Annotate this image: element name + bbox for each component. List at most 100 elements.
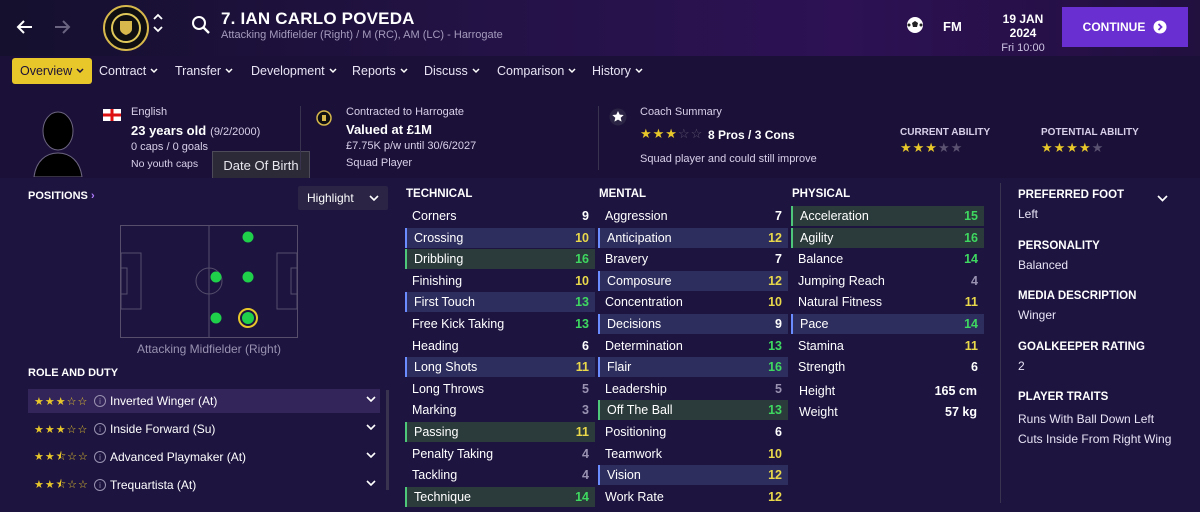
attribute-name: Anticipation xyxy=(607,230,672,245)
tooltip: Date Of Birth xyxy=(212,151,310,180)
info-icon[interactable]: i xyxy=(94,395,106,407)
divider xyxy=(1000,183,1001,503)
attribute-row[interactable]: Finishing 10 xyxy=(405,271,595,291)
role-row[interactable]: ★★★☆☆ i Inverted Winger (At) xyxy=(28,389,380,413)
attribute-row[interactable]: Pace 14 xyxy=(791,314,984,334)
attribute-row[interactable]: Bravery 7 xyxy=(598,249,788,269)
attribute-name: Leadership xyxy=(605,381,667,396)
attribute-row[interactable]: Teamwork 10 xyxy=(598,444,788,464)
attribute-row[interactable]: Marking 3 xyxy=(405,400,595,420)
attribute-row[interactable]: Passing 11 xyxy=(405,422,595,442)
attribute-row[interactable]: Free Kick Taking 13 xyxy=(405,314,595,334)
role-row[interactable]: ★★⯪☆☆ i Advanced Playmaker (At) xyxy=(28,445,380,469)
chevron-down-icon[interactable] xyxy=(366,424,376,430)
attribute-row[interactable]: Determination 13 xyxy=(598,336,788,356)
tab-reports[interactable]: Reports xyxy=(352,58,408,84)
weight-row: Weight 57 kg xyxy=(799,405,977,419)
role-scrollbar[interactable] xyxy=(386,390,389,490)
attribute-name: Bravery xyxy=(605,252,649,267)
tab-comparison[interactable]: Comparison xyxy=(497,58,576,84)
continue-button[interactable]: CONTINUE xyxy=(1062,7,1188,47)
role-row[interactable]: ★★⯪☆☆ i Trequartista (At) xyxy=(28,473,380,497)
current-ability-label: CURRENT ABILITY xyxy=(900,127,991,138)
position-dot xyxy=(210,271,222,283)
attribute-row[interactable]: Off The Ball 13 xyxy=(598,400,788,421)
attribute-row[interactable]: Crossing 10 xyxy=(405,227,595,248)
attribute-row[interactable]: Balance 14 xyxy=(791,249,984,269)
tab-transfer[interactable]: Transfer xyxy=(175,58,233,84)
goalkeeper-rating-label: GOALKEEPER RATING xyxy=(1018,341,1145,353)
chevron-up-icon[interactable] xyxy=(152,12,164,22)
attribute-name: Off The Ball xyxy=(607,403,673,418)
attribute-row[interactable]: Tackling 4 xyxy=(405,465,595,485)
attribute-name: Corners xyxy=(412,209,457,223)
football-icon[interactable] xyxy=(905,15,925,38)
tab-history[interactable]: History xyxy=(592,58,643,84)
tab-contract[interactable]: Contract xyxy=(99,58,158,84)
attribute-name: Penalty Taking xyxy=(412,446,494,461)
attribute-row[interactable]: Agility 16 xyxy=(791,227,984,248)
attribute-row[interactable]: First Touch 13 xyxy=(405,292,595,313)
attribute-row[interactable]: Long Throws 5 xyxy=(405,379,595,399)
date-of-birth[interactable]: (9/2/2000) xyxy=(210,126,260,138)
attribute-value: 7 xyxy=(775,252,782,267)
tab-discuss[interactable]: Discuss xyxy=(424,58,480,84)
attribute-row[interactable]: Technique 14 xyxy=(405,486,595,507)
attribute-row[interactable]: Flair 16 xyxy=(598,357,788,378)
attribute-row[interactable]: Composure 12 xyxy=(598,270,788,291)
attribute-row[interactable]: Natural Fitness 11 xyxy=(791,292,984,312)
attribute-row[interactable]: Corners 9 xyxy=(405,206,595,226)
attribute-row[interactable]: Vision 12 xyxy=(598,465,788,486)
attribute-name: Flair xyxy=(607,360,632,375)
role-duty-heading: ROLE AND DUTY xyxy=(28,367,119,379)
role-row[interactable]: ★★★☆☆ i Inside Forward (Su) xyxy=(28,417,380,441)
attribute-value: 10 xyxy=(768,295,782,310)
chevron-down-icon[interactable] xyxy=(366,396,376,402)
attribute-value: 11 xyxy=(575,425,589,439)
info-icon[interactable]: i xyxy=(94,479,106,491)
chevron-down-icon[interactable] xyxy=(366,480,376,486)
role-name: Inverted Winger (At) xyxy=(110,394,218,408)
page-title: 7. IAN CARLO POVEDA xyxy=(221,9,415,28)
search-icon[interactable] xyxy=(191,15,211,38)
attribute-row[interactable]: Acceleration 15 xyxy=(791,206,984,226)
fm-logo[interactable]: FM xyxy=(943,19,962,34)
attribute-row[interactable]: Jumping Reach 4 xyxy=(791,271,984,291)
attribute-name: Marking xyxy=(412,403,457,418)
attribute-value: 6 xyxy=(971,360,978,375)
position-caption: Attacking Midfielder (Right) xyxy=(136,342,282,356)
positions-heading[interactable]: POSITIONS › xyxy=(28,190,95,202)
attribute-row[interactable]: Penalty Taking 4 xyxy=(405,444,595,464)
attribute-row[interactable]: Dribbling 16 xyxy=(405,249,595,270)
height-label: Height xyxy=(799,384,836,398)
attribute-row[interactable]: Work Rate 12 xyxy=(598,487,788,507)
attribute-row[interactable]: Long Shots 11 xyxy=(405,357,595,378)
attribute-row[interactable]: Concentration 10 xyxy=(598,292,788,312)
forward-arrow-icon[interactable] xyxy=(47,12,77,42)
info-icon[interactable]: i xyxy=(94,451,106,463)
chevron-down-icon[interactable] xyxy=(152,24,164,34)
role-stars: ★★⯪☆☆ xyxy=(34,478,89,491)
nationality: English xyxy=(131,106,168,118)
technical-heading: TECHNICAL xyxy=(406,188,473,200)
attribute-name: Technique xyxy=(414,489,471,504)
weight-value: 57 kg xyxy=(945,405,977,419)
attribute-name: Jumping Reach xyxy=(798,273,885,288)
club-crest-icon[interactable] xyxy=(103,5,149,51)
info-icon[interactable]: i xyxy=(94,423,106,435)
attribute-row[interactable]: Decisions 9 xyxy=(598,314,788,334)
attribute-row[interactable]: Heading 6 xyxy=(405,336,595,356)
attribute-row[interactable]: Positioning 6 xyxy=(598,422,788,442)
back-arrow-icon[interactable] xyxy=(10,12,40,42)
highlight-dropdown[interactable]: Highlight xyxy=(298,186,388,210)
chevron-down-icon[interactable] xyxy=(1157,195,1168,202)
tab-development[interactable]: Development xyxy=(251,58,337,84)
attribute-value: 13 xyxy=(768,403,782,418)
chevron-down-icon[interactable] xyxy=(366,452,376,458)
attribute-row[interactable]: Aggression 7 xyxy=(598,206,788,226)
tab-overview[interactable]: Overview xyxy=(12,58,93,84)
attribute-row[interactable]: Stamina 11 xyxy=(791,336,984,356)
attribute-row[interactable]: Strength 6 xyxy=(791,357,984,377)
attribute-row[interactable]: Leadership 5 xyxy=(598,379,788,399)
attribute-row[interactable]: Anticipation 12 xyxy=(598,227,788,248)
